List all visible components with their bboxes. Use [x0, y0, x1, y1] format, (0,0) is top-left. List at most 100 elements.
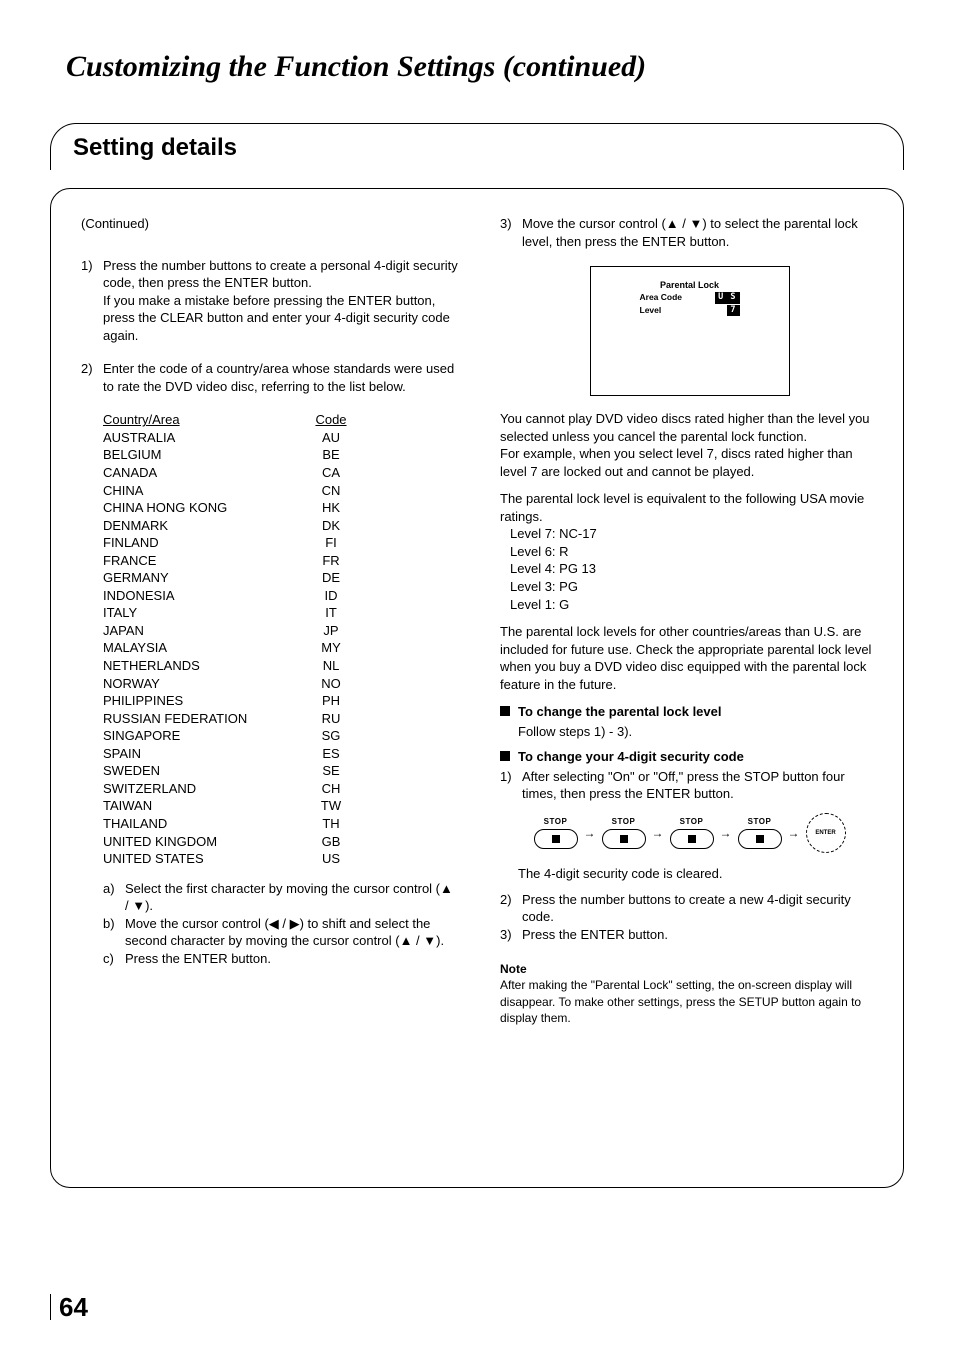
country-name: RUSSIAN FEDERATION [103, 710, 309, 728]
ratings-list: Level 7: NC-17Level 6: RLevel 4: PG 13Le… [510, 525, 879, 613]
substep-b-text: Move the cursor control (◀ / ▶) to shift… [125, 915, 460, 950]
para-ratings-intro: The parental lock level is equivalent to… [500, 491, 864, 524]
change-code-step2-text: Press the number buttons to create a new… [522, 891, 879, 926]
substep-c: c) Press the ENTER button. [103, 950, 460, 968]
country-name: MALAYSIA [103, 639, 309, 657]
country-name: CHINA [103, 482, 309, 500]
stop-label: STOP [670, 817, 714, 828]
stop-icon [602, 829, 646, 849]
substep-a-text: Select the first character by moving the… [125, 880, 460, 915]
country-name: JAPAN [103, 622, 309, 640]
country-code: IT [309, 604, 353, 622]
country-name: ITALY [103, 604, 309, 622]
country-name: THAILAND [103, 815, 309, 833]
country-code: CN [309, 482, 353, 500]
arrow-right-icon: → [584, 825, 596, 841]
country-name: NORWAY [103, 675, 309, 693]
country-row: DENMARKDK [103, 517, 353, 535]
step-1-text-b: If you make a mistake before pressing th… [103, 292, 460, 345]
country-name: DENMARK [103, 517, 309, 535]
country-name: FINLAND [103, 534, 309, 552]
change-code-step3-num: 3) [500, 926, 522, 944]
square-bullet-icon [500, 751, 510, 761]
country-code: SE [309, 762, 353, 780]
square-bullet-icon [500, 706, 510, 716]
country-row: NETHERLANDSNL [103, 657, 353, 675]
country-row: NORWAYNO [103, 675, 353, 693]
country-row: TAIWANTW [103, 797, 353, 815]
country-code: BE [309, 446, 353, 464]
country-name: INDONESIA [103, 587, 309, 605]
substep-b: b) Move the cursor control (◀ / ▶) to sh… [103, 915, 460, 950]
country-row: AUSTRALIAAU [103, 429, 353, 447]
country-code: HK [309, 499, 353, 517]
substeps: a) Select the first character by moving … [103, 880, 460, 968]
country-code: MY [309, 639, 353, 657]
country-code: ES [309, 745, 353, 763]
change-code-step3-text: Press the ENTER button. [522, 926, 668, 944]
country-name: SWITZERLAND [103, 780, 309, 798]
stop-button-4: STOP [738, 817, 782, 849]
right-column: 3) Move the cursor control (▲ / ▼) to se… [500, 215, 879, 1147]
country-row: SWITZERLANDCH [103, 780, 353, 798]
country-name: BELGIUM [103, 446, 309, 464]
osd-area-value: U S [715, 292, 739, 303]
step-3-number: 3) [500, 215, 522, 250]
country-row: RUSSIAN FEDERATIONRU [103, 710, 353, 728]
arrow-right-icon: → [788, 825, 800, 841]
left-column: (Continued) 1) Press the number buttons … [81, 215, 460, 1147]
subheading: Setting details [50, 123, 904, 170]
stop-icon [670, 829, 714, 849]
osd-wrapper: Parental Lock Area Code U S Level 7 [500, 266, 879, 396]
country-row: CANADACA [103, 464, 353, 482]
osd-screen: Parental Lock Area Code U S Level 7 [590, 266, 790, 396]
country-code-header: Country/Area Code [103, 411, 353, 429]
country-row: FRANCEFR [103, 552, 353, 570]
country-code: RU [309, 710, 353, 728]
stop-icon [738, 829, 782, 849]
country-row: MALAYSIAMY [103, 639, 353, 657]
osd-area-label: Area Code [640, 292, 683, 303]
header-country: Country/Area [103, 411, 309, 429]
step-3: 3) Move the cursor control (▲ / ▼) to se… [500, 215, 879, 250]
stop-sequence: STOP → STOP → STOP → STOP → ENTER [500, 813, 879, 853]
change-code-step1-num: 1) [500, 768, 522, 803]
country-row: PHILIPPINESPH [103, 692, 353, 710]
substep-a-num: a) [103, 880, 125, 915]
rating-level: Level 4: PG 13 [510, 560, 879, 578]
country-row: SWEDENSE [103, 762, 353, 780]
country-row: SINGAPORESG [103, 727, 353, 745]
step-2-text: Enter the code of a country/area whose s… [103, 360, 460, 395]
bullet-change-code-title: To change your 4-digit security code [518, 748, 744, 766]
country-code: FI [309, 534, 353, 552]
change-code-step2-num: 2) [500, 891, 522, 926]
enter-button-icon: ENTER [806, 813, 846, 853]
stop-button-3: STOP [670, 817, 714, 849]
stop-label: STOP [534, 817, 578, 828]
arrow-right-icon: → [720, 825, 732, 841]
bullet-change-level: To change the parental lock level [500, 703, 879, 721]
country-row: UNITED KINGDOMGB [103, 833, 353, 851]
country-code: DK [309, 517, 353, 535]
country-name: AUSTRALIA [103, 429, 309, 447]
country-name: UNITED STATES [103, 850, 309, 868]
stop-icon [534, 829, 578, 849]
country-code: NL [309, 657, 353, 675]
arrow-right-icon: → [652, 825, 664, 841]
country-code: TW [309, 797, 353, 815]
substep-b-num: b) [103, 915, 125, 950]
substep-c-text: Press the ENTER button. [125, 950, 460, 968]
chapter-title: Customizing the Function Settings (conti… [50, 50, 904, 83]
country-code: DE [309, 569, 353, 587]
stop-button-1: STOP [534, 817, 578, 849]
country-name: PHILIPPINES [103, 692, 309, 710]
country-name: UNITED KINGDOM [103, 833, 309, 851]
country-code: JP [309, 622, 353, 640]
country-code: CH [309, 780, 353, 798]
note-body: After making the "Parental Lock" setting… [500, 977, 879, 1026]
content-box: (Continued) 1) Press the number buttons … [50, 188, 904, 1188]
country-row: JAPANJP [103, 622, 353, 640]
country-code: US [309, 850, 353, 868]
country-name: SPAIN [103, 745, 309, 763]
continued-label: (Continued) [81, 215, 460, 233]
